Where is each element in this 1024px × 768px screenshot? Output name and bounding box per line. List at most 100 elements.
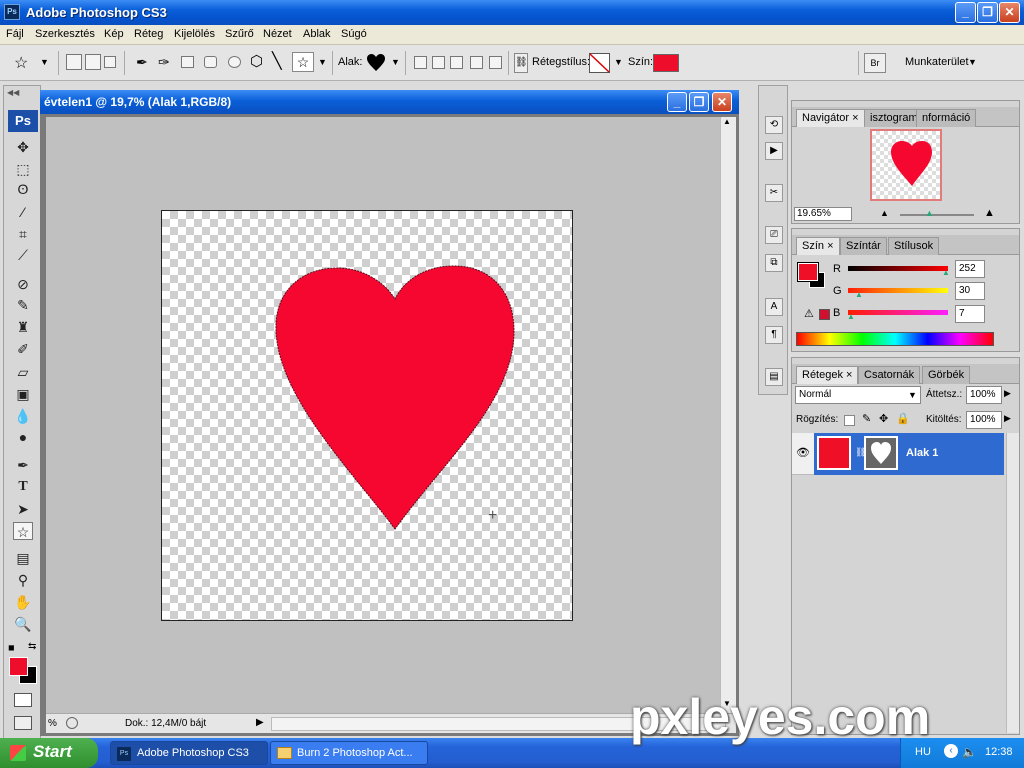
- toolbox-collapse-icon[interactable]: ◀◀: [7, 88, 19, 97]
- layers-scrollbar[interactable]: [1006, 433, 1019, 733]
- navigator-zoom-field[interactable]: 19.65%: [794, 207, 852, 221]
- create-new-shape-layer-button[interactable]: [414, 56, 427, 69]
- exclude-shape-area-button[interactable]: [489, 56, 502, 69]
- menu-select[interactable]: Kijelölés: [174, 28, 215, 40]
- layer-name[interactable]: Alak 1: [906, 447, 938, 459]
- menu-view[interactable]: Nézet: [263, 28, 292, 40]
- pen-tool-icon[interactable]: ✒: [136, 54, 148, 71]
- tab-histogram[interactable]: isztogram: [864, 109, 924, 127]
- b-slider[interactable]: [848, 310, 948, 315]
- brush-tool-icon[interactable]: ✎: [13, 296, 33, 314]
- zoom-out-icon[interactable]: ▲: [880, 208, 889, 218]
- rounded-rectangle-button[interactable]: [204, 56, 217, 68]
- g-slider-thumb[interactable]: ▲: [855, 290, 863, 299]
- clone-source-icon[interactable]: ⧉: [765, 254, 783, 272]
- r-slider-thumb[interactable]: ▲: [942, 268, 950, 277]
- bridge-icon[interactable]: Br: [864, 53, 886, 73]
- r-value-field[interactable]: 252: [955, 260, 985, 278]
- menu-window[interactable]: Ablak: [303, 28, 331, 40]
- layer-style-none-swatch[interactable]: [589, 53, 610, 73]
- custom-shape-tool-icon[interactable]: ☆: [13, 522, 33, 540]
- g-value-field[interactable]: 30: [955, 282, 985, 300]
- color-spectrum-ramp[interactable]: [796, 332, 994, 346]
- rectangle-shape-button[interactable]: [181, 56, 194, 68]
- tab-info[interactable]: nformáció: [916, 109, 977, 127]
- subtract-shape-area-button[interactable]: [450, 56, 463, 69]
- menu-layer[interactable]: Réteg: [134, 28, 163, 40]
- menu-help[interactable]: Súgó: [341, 28, 367, 40]
- swap-colors-icon[interactable]: ⇆: [28, 641, 36, 652]
- r-slider[interactable]: [848, 266, 948, 271]
- ellipse-button[interactable]: [228, 56, 241, 68]
- fill-arrow-icon[interactable]: ▶: [1004, 413, 1011, 424]
- volume-icon[interactable]: 🔈: [962, 745, 977, 759]
- shape-color-swatch[interactable]: [653, 54, 679, 72]
- custom-shape-tool-icon[interactable]: ☆: [14, 53, 28, 73]
- blend-mode-dropdown-icon[interactable]: ▼: [908, 390, 917, 400]
- menu-file[interactable]: Fájl: [6, 28, 24, 40]
- type-tool-icon[interactable]: T: [13, 478, 33, 496]
- document-canvas[interactable]: +: [161, 210, 573, 621]
- line-icon[interactable]: ╲: [272, 51, 282, 71]
- maximize-button[interactable]: ❐: [977, 2, 998, 23]
- scroll-up-icon[interactable]: ▲: [723, 117, 731, 126]
- hand-tool-icon[interactable]: ✋: [13, 593, 33, 611]
- zoom-slider-thumb[interactable]: ▲: [925, 208, 934, 218]
- actions-panel-icon[interactable]: ▶: [765, 142, 783, 160]
- crop-tool-icon[interactable]: ⌗: [13, 225, 33, 243]
- doc-maximize-button[interactable]: ❐: [689, 92, 709, 112]
- blur-tool-icon[interactable]: 💧: [13, 407, 33, 425]
- status-info-icon[interactable]: [66, 717, 78, 729]
- lock-position-icon[interactable]: ✥: [879, 412, 888, 425]
- layer-comps-icon[interactable]: ▤: [765, 368, 783, 386]
- status-zoom[interactable]: %: [48, 718, 57, 729]
- layer-row[interactable]: 👁 ⛓ Alak 1: [792, 433, 1004, 475]
- marquee-tool-icon[interactable]: ⬚: [13, 160, 33, 178]
- lock-transparent-icon[interactable]: [844, 415, 855, 426]
- screen-mode-icon[interactable]: [14, 716, 32, 730]
- history-panel-icon[interactable]: ⟲: [765, 116, 783, 134]
- menu-edit[interactable]: Szerkesztés: [35, 28, 95, 40]
- default-colors-icon[interactable]: ◼: [8, 643, 15, 652]
- toolbox-logo[interactable]: Ps: [8, 110, 38, 132]
- vertical-scrollbar[interactable]: ▲ ▼: [720, 117, 736, 713]
- shape-picker-dropdown-icon[interactable]: ▼: [391, 57, 400, 67]
- menu-image[interactable]: Kép: [104, 28, 124, 40]
- layer-fill-thumbnail[interactable]: [817, 436, 851, 470]
- clone-stamp-tool-icon[interactable]: ♜: [13, 318, 33, 336]
- menu-filter[interactable]: Szűrő: [225, 28, 254, 40]
- eyedropper-tool-icon[interactable]: ⚲: [13, 571, 33, 589]
- tab-layers[interactable]: Rétegek ×: [796, 366, 859, 384]
- freeform-pen-icon[interactable]: ✑: [158, 54, 170, 71]
- layer-style-dropdown-icon[interactable]: ▼: [614, 57, 623, 67]
- b-slider-thumb[interactable]: ▲: [847, 312, 855, 321]
- polygon-icon[interactable]: ⬡: [250, 52, 263, 70]
- lock-image-icon[interactable]: ✎: [862, 412, 871, 425]
- workspace-menu[interactable]: Munkaterület: [905, 56, 969, 68]
- minimize-button[interactable]: _: [955, 2, 976, 23]
- doc-close-button[interactable]: ✕: [712, 92, 732, 112]
- brushes-panel-icon[interactable]: ⎚: [765, 226, 783, 244]
- lasso-tool-icon[interactable]: ʘ: [13, 180, 33, 198]
- path-selection-tool-icon[interactable]: ➤: [13, 500, 33, 518]
- close-button[interactable]: ✕: [999, 2, 1020, 23]
- zoom-tool-icon[interactable]: 🔍: [13, 615, 33, 633]
- tool-presets-icon[interactable]: ✂: [765, 184, 783, 202]
- paragraph-panel-icon[interactable]: ¶: [765, 326, 783, 344]
- opacity-field[interactable]: 100%: [966, 386, 1002, 404]
- healing-brush-tool-icon[interactable]: ⊘: [13, 275, 33, 293]
- tab-navigator[interactable]: Navigátor ×: [796, 109, 865, 127]
- gradient-tool-icon[interactable]: ▣: [13, 385, 33, 403]
- quick-mask-icon[interactable]: [14, 693, 32, 707]
- navigator-zoom-slider[interactable]: [900, 214, 974, 216]
- fill-field[interactable]: 100%: [966, 411, 1002, 429]
- tray-expand-icon[interactable]: ‹: [944, 744, 958, 758]
- workspace-dropdown-icon[interactable]: ▼: [968, 57, 977, 67]
- b-value-field[interactable]: 7: [955, 305, 985, 323]
- custom-shape-button[interactable]: ☆: [292, 52, 314, 72]
- opacity-arrow-icon[interactable]: ▶: [1004, 388, 1011, 399]
- status-menu-arrow-icon[interactable]: ▶: [256, 717, 264, 728]
- magic-wand-tool-icon[interactable]: ⁄: [13, 203, 33, 221]
- navigator-thumbnail[interactable]: [870, 129, 942, 201]
- shape-options-dropdown-icon[interactable]: ▼: [318, 57, 327, 67]
